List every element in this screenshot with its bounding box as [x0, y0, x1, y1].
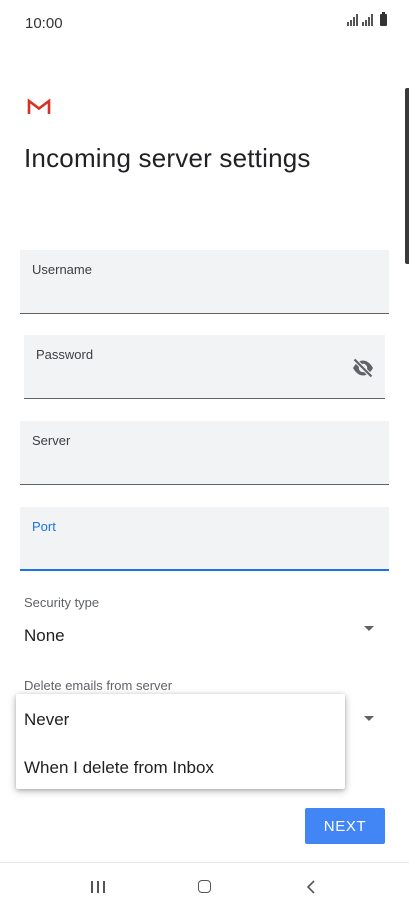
home-icon[interactable]	[198, 880, 211, 893]
password-label: Password	[36, 347, 94, 362]
signal-icon	[347, 14, 358, 26]
server-input[interactable]	[32, 459, 332, 478]
security-type-value: None	[24, 626, 65, 645]
visibility-off-icon[interactable]	[351, 357, 375, 379]
signal-icon-2	[362, 14, 373, 26]
password-field[interactable]: Password	[24, 335, 385, 399]
server-field[interactable]: Server	[20, 421, 389, 485]
port-field[interactable]: Port	[20, 507, 389, 571]
back-icon[interactable]	[304, 879, 318, 895]
chevron-down-icon	[364, 716, 374, 721]
menu-item-never[interactable]: Never	[24, 710, 69, 730]
security-type-label: Security type	[24, 595, 100, 610]
port-label: Port	[32, 519, 56, 534]
navigation-bar	[0, 862, 409, 910]
delete-emails-label: Delete emails from server	[24, 678, 173, 693]
next-button[interactable]: NEXT	[305, 808, 385, 844]
page-title: Incoming server settings	[24, 143, 311, 173]
chevron-down-icon	[364, 626, 374, 631]
delete-emails-menu: Never When I delete from Inbox	[16, 694, 345, 789]
port-input[interactable]	[32, 544, 332, 563]
security-type-select[interactable]: None	[20, 616, 389, 652]
recents-icon[interactable]	[91, 881, 105, 893]
status-time: 10:00	[25, 15, 63, 32]
status-icons	[347, 12, 387, 26]
password-input[interactable]	[36, 373, 311, 392]
username-field[interactable]: Username	[20, 250, 389, 314]
server-label: Server	[32, 433, 71, 448]
screen: 10:00 Incoming server settings Username …	[0, 0, 409, 910]
username-input[interactable]	[32, 288, 332, 307]
username-label: Username	[32, 262, 92, 277]
scrollbar[interactable]	[405, 88, 409, 264]
gmail-logo	[27, 98, 51, 114]
menu-item-when-delete-from-inbox[interactable]: When I delete from Inbox	[24, 758, 214, 778]
battery-icon	[380, 12, 387, 26]
